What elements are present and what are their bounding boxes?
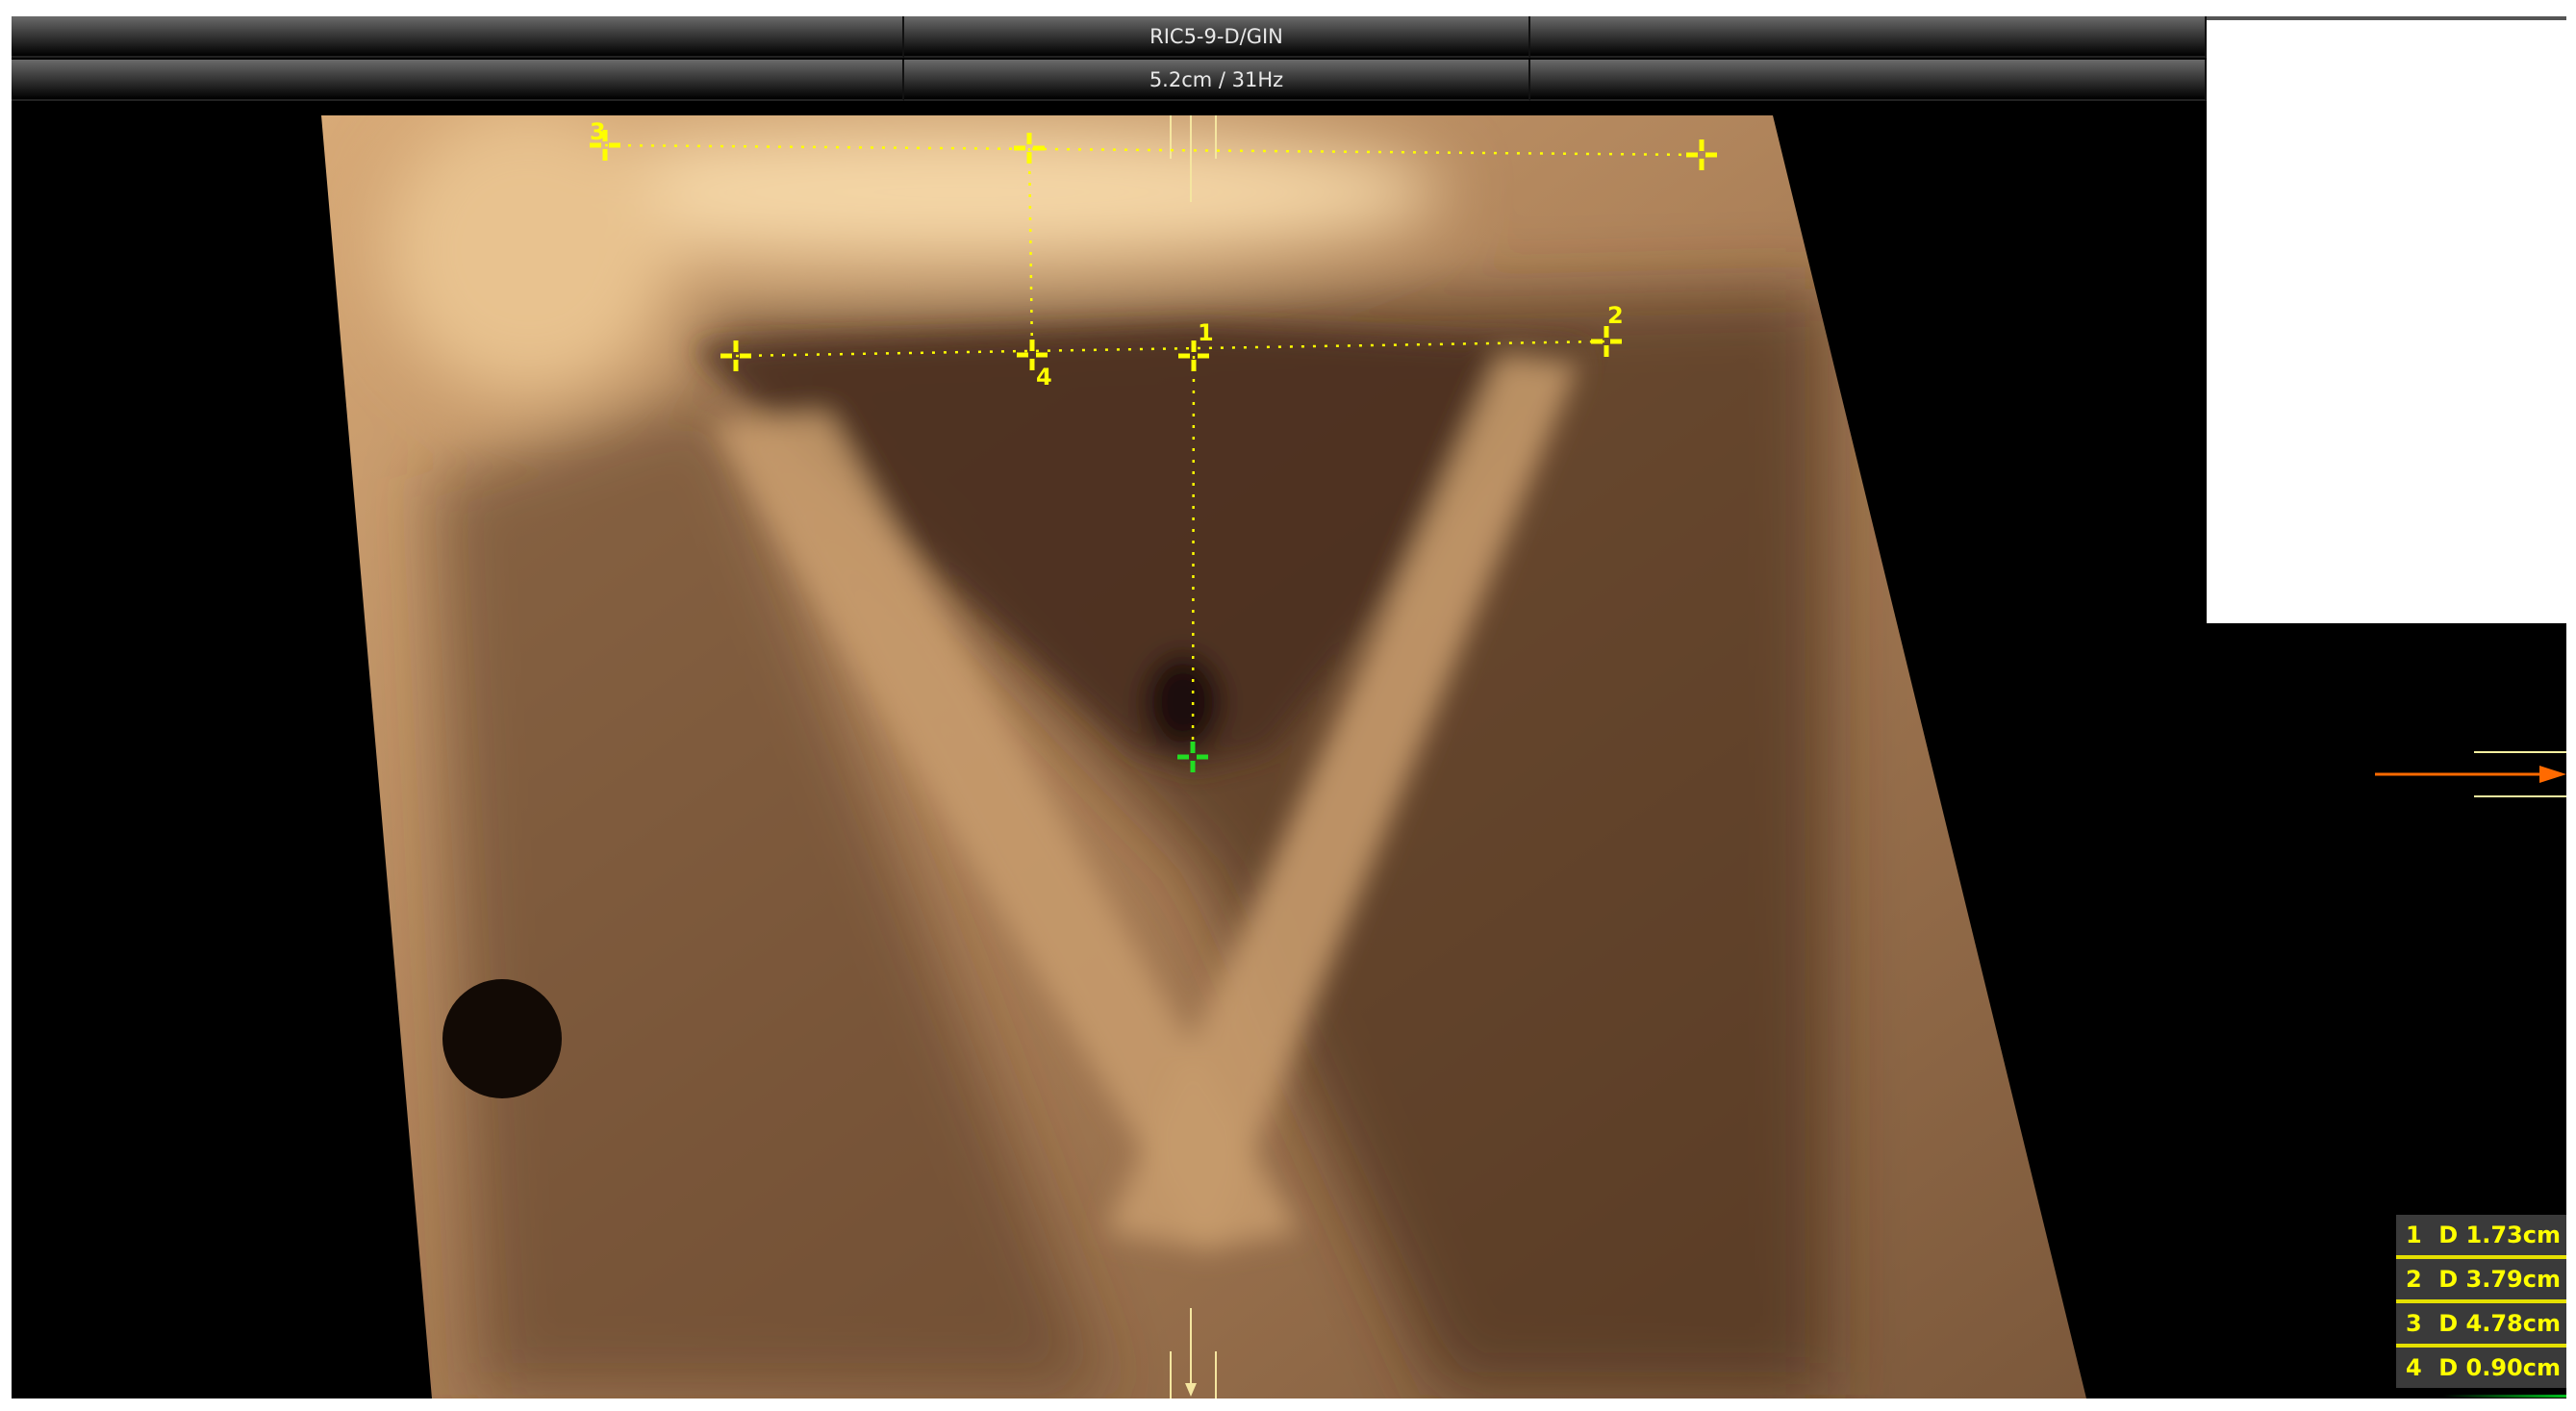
measurement-index: 4 [2406,1354,2422,1381]
ultrasound-3d-image[interactable]: 3 1 2 4 [0,0,2576,1411]
measurement-row[interactable]: 4 D 0.90cm [2396,1348,2566,1388]
orientation-arrow-icon [2539,766,2566,783]
measurement-value: D 4.78cm [2438,1310,2561,1337]
orientation-indicator [2375,751,2566,797]
marker-label-3: 3 [590,118,606,145]
measurement-results-box: 1 D 1.73cm 2 D 3.79cm 3 D 4.78cm 4 D 0.90cm [2396,1215,2566,1388]
measurement-index: 3 [2406,1310,2422,1337]
marker-label-4: 4 [1036,364,1052,391]
measurement-index: 2 [2406,1266,2422,1293]
measurement-index: 1 [2406,1222,2422,1248]
follicle-dark-spot [442,979,562,1098]
marker-label-2: 2 [1607,302,1624,329]
status-indicator-line [2443,1395,2566,1398]
measurement-value: D 0.90cm [2438,1354,2561,1381]
measurement-row[interactable]: 1 D 1.73cm [2396,1215,2566,1259]
measurement-value: D 1.73cm [2438,1222,2561,1248]
measurement-value: D 3.79cm [2438,1266,2561,1293]
measurement-row[interactable]: 2 D 3.79cm [2396,1259,2566,1303]
marker-label-1: 1 [1198,319,1214,346]
thumbnail-panel [2207,16,2566,623]
measurement-row[interactable]: 3 D 4.78cm [2396,1303,2566,1348]
